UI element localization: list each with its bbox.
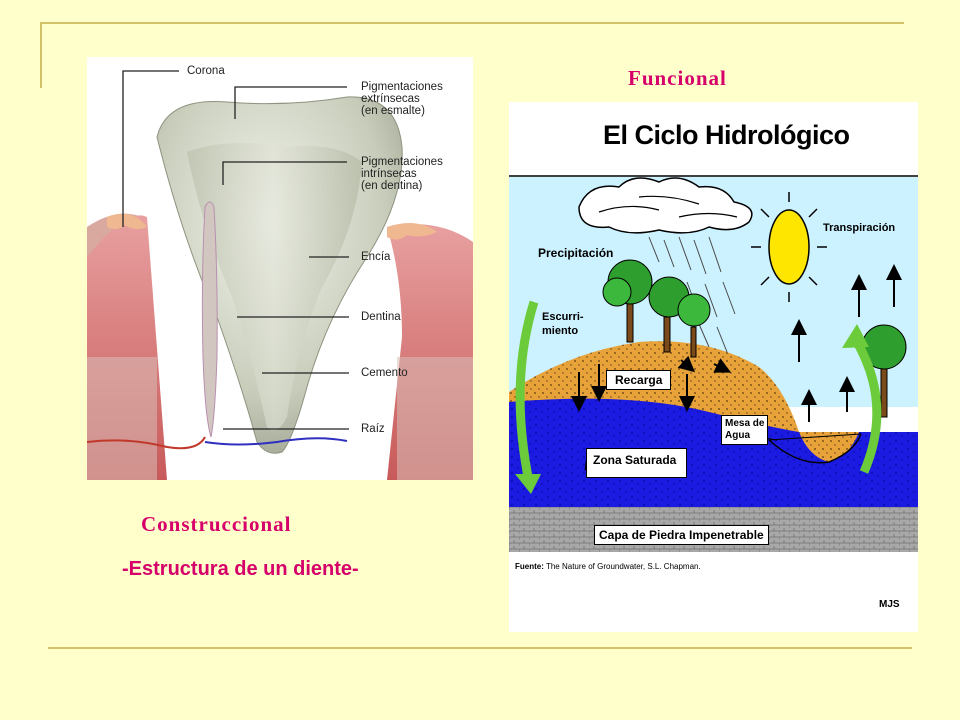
label-encia: Encía [361,251,391,263]
tooth-diagram: Corona Pigmentaciones extrínsecas (en es… [87,57,473,480]
left-rule [40,22,42,88]
label-zona-saturada: Zona Saturada [586,448,688,478]
cycle-illustration [509,175,918,552]
funcional-heading: Funcional [628,66,727,90]
construccional-heading: Construccional [141,512,292,536]
label-precipitacion: Precipitación [538,246,614,260]
bottom-rule [48,647,912,649]
label-dentina: Dentina [361,311,401,323]
label-capa-de-piedra: Capa de Piedra Impenetrable [594,525,769,545]
label-mesa-de-agua: Mesa de Agua [721,415,769,445]
top-rule [40,22,904,24]
label-raiz: Raíz [361,423,385,435]
hydrologic-cycle-diagram: El Ciclo Hidrológico Precipitación Trans… [509,102,918,632]
tooth-caption: -Estructura de un diente- [122,558,359,580]
label-corona: Corona [187,65,225,77]
tooth-illustration [87,70,473,480]
source-text: The Nature of Groundwater, S.L. Chapman. [545,562,701,571]
label-cemento: Cemento [361,367,408,379]
source-note: Fuente: The Nature of Groundwater, S.L. … [515,562,701,571]
label-pigmentaciones-extrinsecas: Pigmentaciones extrínsecas (en esmalte) [361,81,443,117]
label-escurrimiento: Escurri- miento [542,311,584,337]
source-prefix: Fuente: [515,562,544,571]
label-pigmentaciones-intrinsecas: Pigmentaciones intrínsecas (en dentina) [361,156,443,192]
credit-mjs: MJS [879,599,900,610]
label-recarga: Recarga [606,370,672,390]
label-transpiracion: Transpiración [823,222,896,234]
